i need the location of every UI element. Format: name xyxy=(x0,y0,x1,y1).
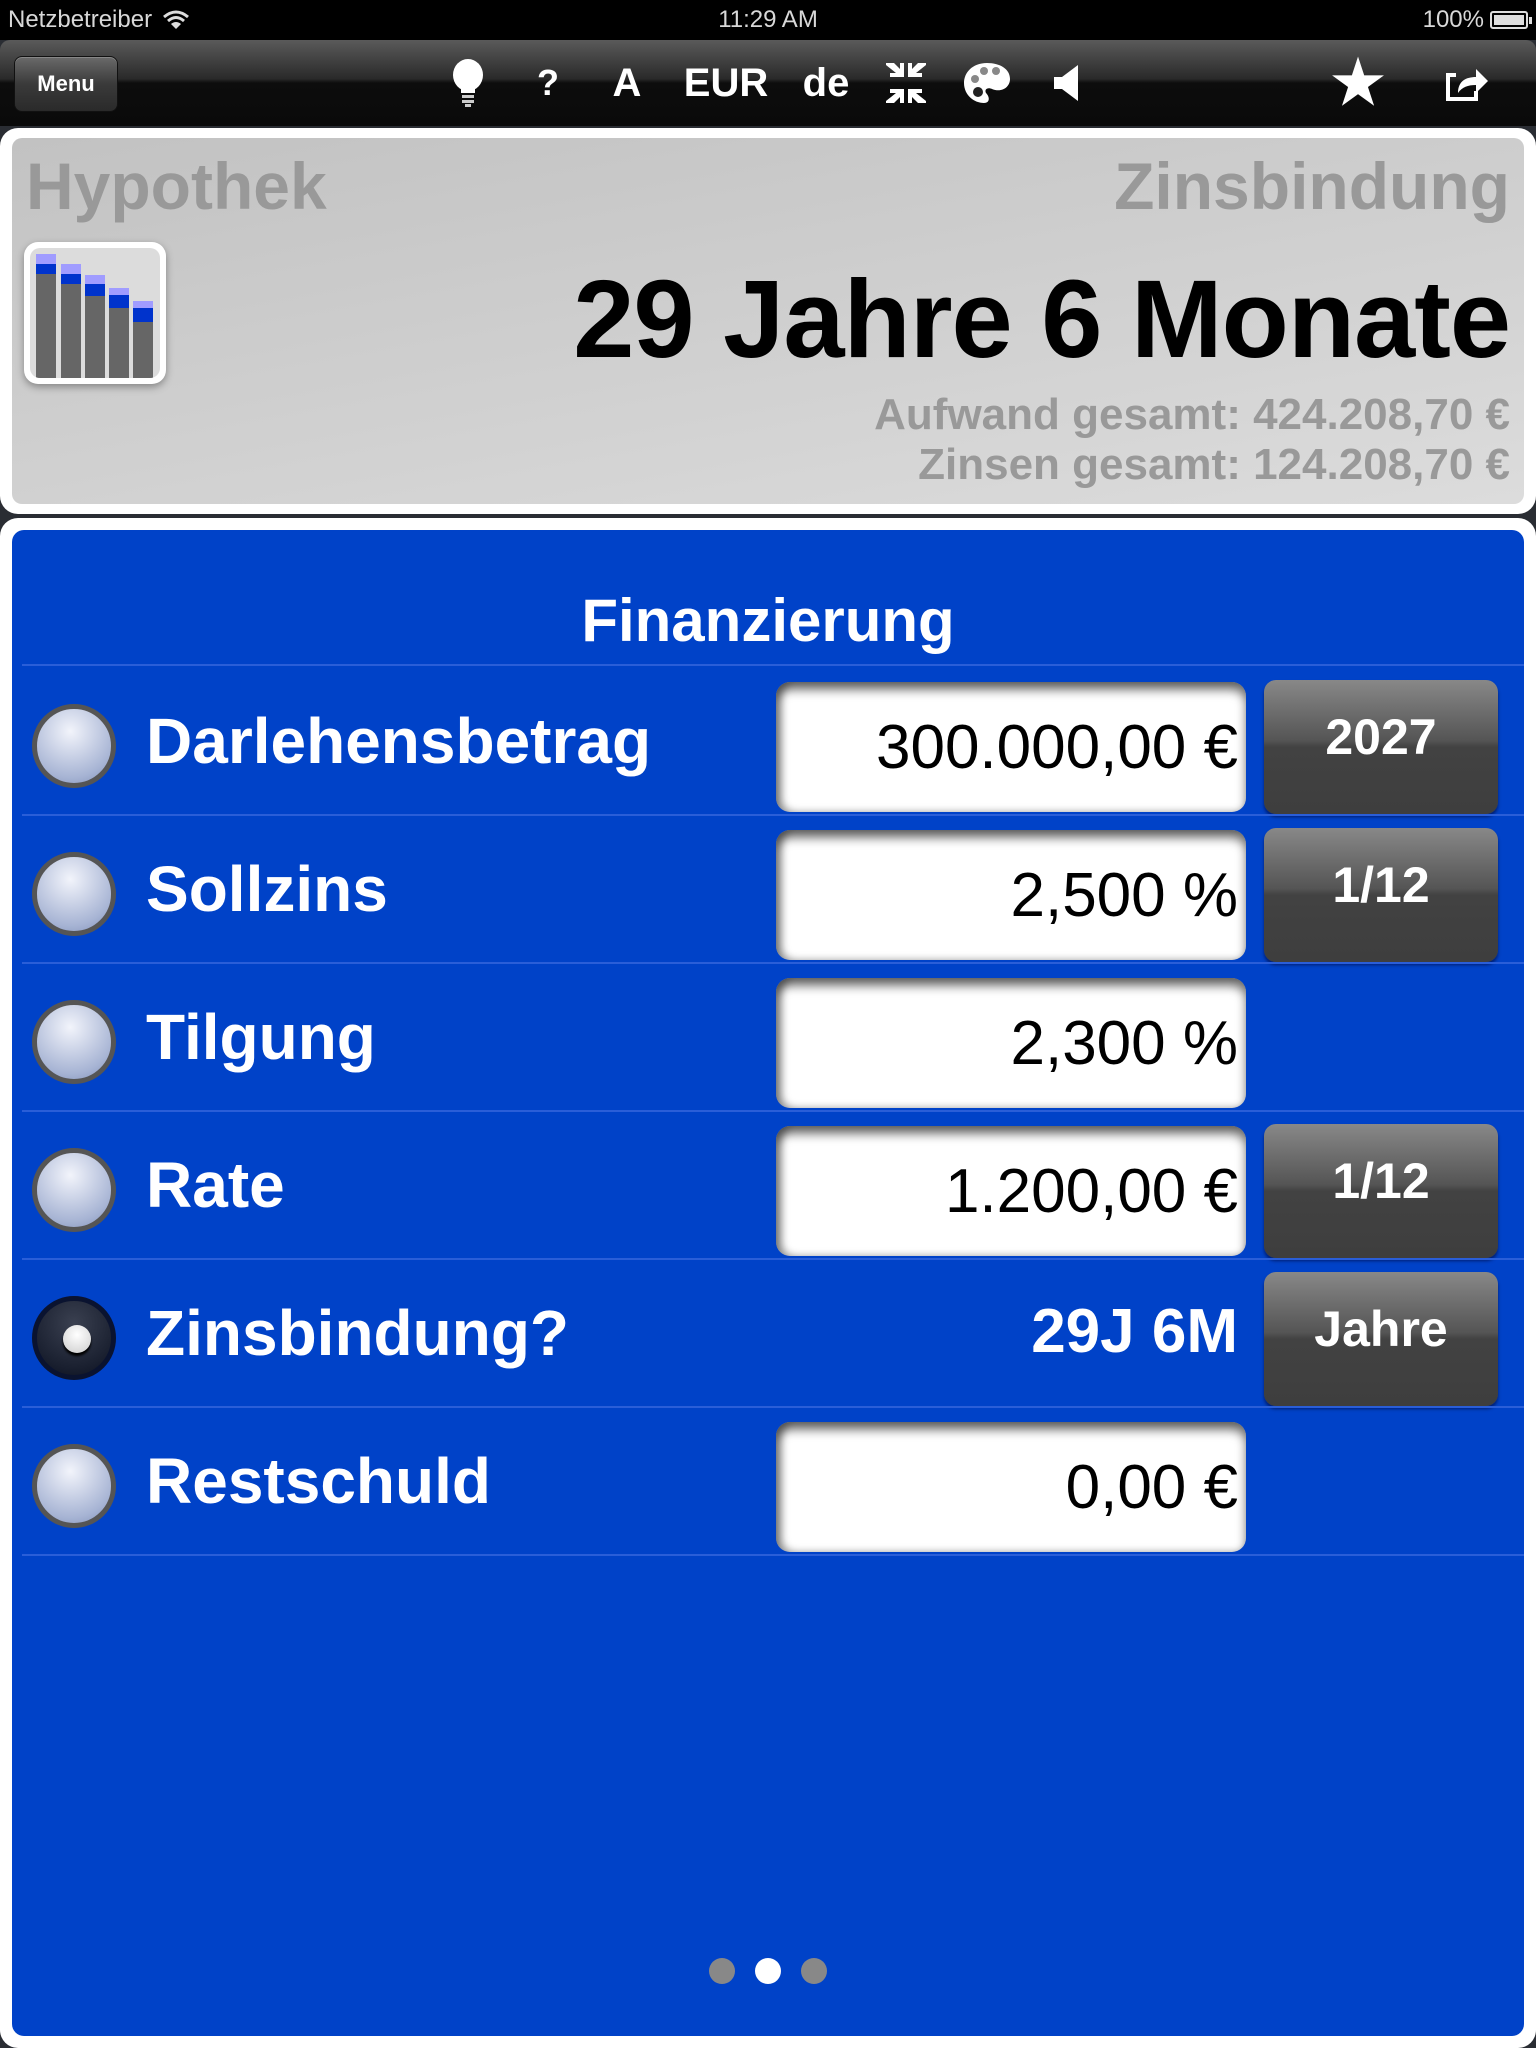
divider xyxy=(22,1554,1524,1556)
row-darlehensbetrag: Darlehensbetrag 300.000,00 € 2027 xyxy=(12,666,1524,814)
radio-rate[interactable] xyxy=(32,1148,116,1232)
speaker-icon[interactable] xyxy=(1050,58,1084,108)
battery-percent: 100% xyxy=(1422,6,1484,33)
font-button[interactable]: A xyxy=(606,58,648,108)
page-dot-2-active[interactable] xyxy=(755,1958,781,1984)
star-icon: ★ xyxy=(1331,49,1385,116)
total-interest: Zinsen gesamt: 124.208,70 € xyxy=(918,440,1510,489)
unit-button[interactable]: Jahre xyxy=(1264,1272,1498,1406)
status-bar: Netzbetreiber 11:29 AM 100% xyxy=(0,0,1536,40)
row-tilgung: Tilgung 2,300 % xyxy=(12,962,1524,1110)
page-indicator[interactable] xyxy=(12,1958,1524,1984)
input-sollzins[interactable]: 2,500 % xyxy=(776,830,1246,960)
battery-icon xyxy=(1490,11,1532,29)
row-restschuld: Restschuld 0,00 € xyxy=(12,1406,1524,1554)
row-zinsbindung: Zinsbindung? 29J 6M Jahre xyxy=(12,1258,1524,1406)
section-title: Finanzierung xyxy=(581,587,955,654)
menu-button[interactable]: Menu xyxy=(14,56,118,112)
label-tilgung: Tilgung xyxy=(146,1001,376,1073)
total-cost: Aufwand gesamt: 424.208,70 € xyxy=(874,390,1510,439)
input-tilgung[interactable]: 2,300 % xyxy=(776,978,1246,1108)
row-sollzins: Sollzins 2,500 % 1/12 xyxy=(12,814,1524,962)
compress-icon[interactable] xyxy=(882,58,930,108)
radio-sollzins[interactable] xyxy=(32,852,116,936)
radio-restschuld[interactable] xyxy=(32,1444,116,1528)
toolbar: Menu ? A EUR de ★ xyxy=(0,40,1536,126)
zinsbindung-result: 29J 6M xyxy=(1031,1297,1238,1366)
radio-darlehensbetrag[interactable] xyxy=(32,704,116,788)
app-title: Hypothek xyxy=(26,149,327,223)
page-dot-1[interactable] xyxy=(709,1958,735,1984)
input-restschuld[interactable]: 0,00 € xyxy=(776,1422,1246,1552)
label-sollzins: Sollzins xyxy=(146,853,388,925)
summary-panel: Hypothek Zinsbindung 29 Jahre 6 Monate A… xyxy=(0,128,1536,514)
battery-status: 100% xyxy=(1422,6,1532,34)
input-darlehensbetrag[interactable]: 300.000,00 € xyxy=(776,682,1246,812)
chart-button[interactable] xyxy=(24,242,166,384)
label-rate: Rate xyxy=(146,1149,285,1221)
share-icon[interactable] xyxy=(1440,58,1492,108)
language-button[interactable]: de xyxy=(800,58,852,108)
label-restschuld: Restschuld xyxy=(146,1445,491,1517)
label-darlehensbetrag: Darlehensbetrag xyxy=(146,705,652,777)
page-dot-3[interactable] xyxy=(801,1958,827,1984)
palette-icon[interactable] xyxy=(960,58,1014,108)
result-title: Zinsbindung xyxy=(1114,149,1510,223)
currency-button[interactable]: EUR xyxy=(680,58,772,108)
favorite-button[interactable]: ★ xyxy=(1330,49,1386,116)
year-button[interactable]: 2027 xyxy=(1264,680,1498,814)
row-rate: Rate 1.200,00 € 1/12 xyxy=(12,1110,1524,1258)
clock: 11:29 AM xyxy=(718,6,818,33)
help-button[interactable]: ? xyxy=(528,58,568,108)
bar-chart-icon xyxy=(36,254,153,378)
lightbulb-icon[interactable] xyxy=(446,58,490,108)
radio-zinsbindung-selected[interactable] xyxy=(32,1296,116,1380)
interest-period-button[interactable]: 1/12 xyxy=(1264,828,1498,962)
payment-period-button[interactable]: 1/12 xyxy=(1264,1124,1498,1258)
financing-panel: Finanzierung Darlehensbetrag 300.000,00 … xyxy=(0,518,1536,2048)
input-rate[interactable]: 1.200,00 € xyxy=(776,1126,1246,1256)
result-value: 29 Jahre 6 Monate xyxy=(573,258,1511,381)
label-zinsbindung: Zinsbindung? xyxy=(146,1297,569,1369)
radio-tilgung[interactable] xyxy=(32,1000,116,1084)
